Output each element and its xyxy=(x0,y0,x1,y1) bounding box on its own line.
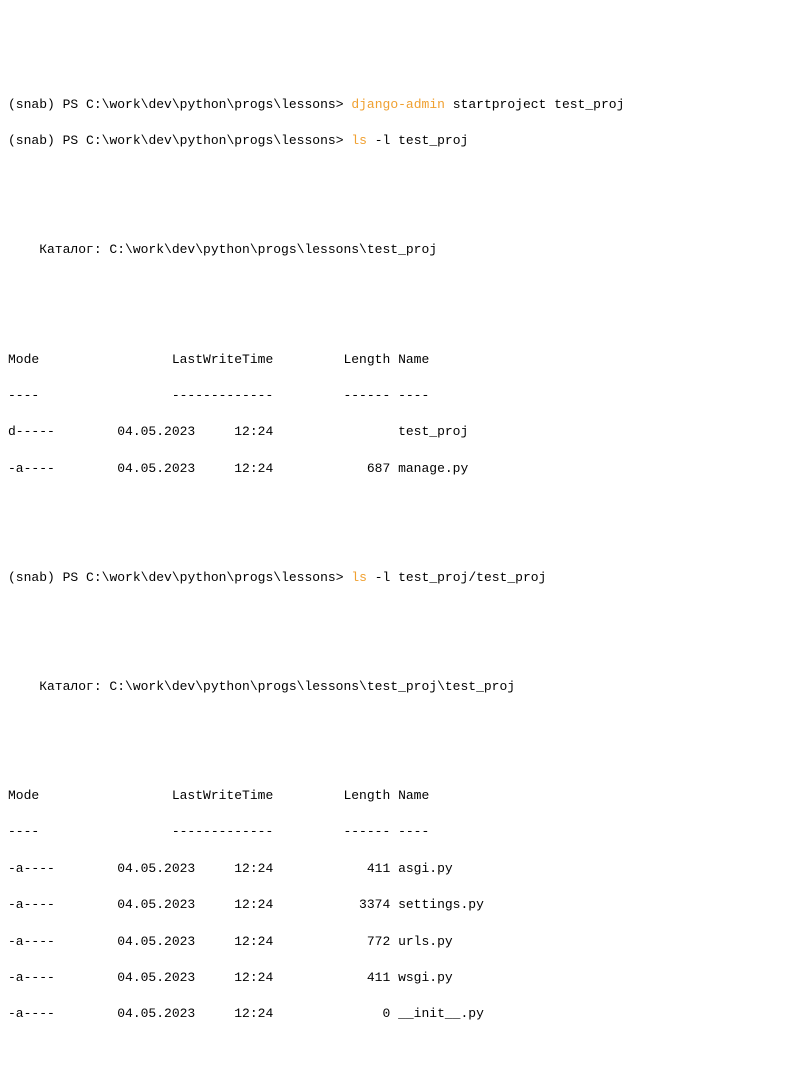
listing1-header: Mode LastWriteTime Length Name xyxy=(8,351,798,369)
table-row: d----- 04.05.2023 12:24 test_proj xyxy=(8,423,798,441)
prompt-path: C:\work\dev\python\progs\lessons> xyxy=(86,570,343,585)
cmd3-rest: -l test_proj/test_proj xyxy=(367,570,546,585)
prompt-env: (snab) xyxy=(8,133,55,148)
prompt-env: (snab) xyxy=(8,97,55,112)
table-row: -a---- 04.05.2023 12:24 411 wsgi.py xyxy=(8,969,798,987)
prompt-shell: PS xyxy=(63,133,79,148)
command-line-1[interactable]: (snab) PS C:\work\dev\python\progs\lesso… xyxy=(8,96,798,114)
cmd1-highlight: django-admin xyxy=(351,97,445,112)
prompt-path: C:\work\dev\python\progs\lessons> xyxy=(86,133,343,148)
table-row: -a---- 04.05.2023 12:24 772 urls.py xyxy=(8,933,798,951)
terminal-output: (snab) PS C:\work\dev\python\progs\lesso… xyxy=(8,78,798,1042)
listing1-divider: ---- ------------- ------ ---- xyxy=(8,387,798,405)
cmd2-rest: -l test_proj xyxy=(367,133,468,148)
table-row: -a---- 04.05.2023 12:24 3374 settings.py xyxy=(8,896,798,914)
cmd1-rest: startproject test_proj xyxy=(445,97,624,112)
command-line-2[interactable]: (snab) PS C:\work\dev\python\progs\lesso… xyxy=(8,132,798,150)
prompt-env: (snab) xyxy=(8,570,55,585)
listing1-dir-label: Каталог: C:\work\dev\python\progs\lesson… xyxy=(8,241,798,259)
cmd3-highlight: ls xyxy=(351,570,367,585)
cmd2-highlight: ls xyxy=(351,133,367,148)
prompt-shell: PS xyxy=(63,97,79,112)
listing2-dir-label: Каталог: C:\work\dev\python\progs\lesson… xyxy=(8,678,798,696)
prompt-shell: PS xyxy=(63,570,79,585)
command-line-3[interactable]: (snab) PS C:\work\dev\python\progs\lesso… xyxy=(8,569,798,587)
listing2-divider: ---- ------------- ------ ---- xyxy=(8,823,798,841)
table-row: -a---- 04.05.2023 12:24 0 __init__.py xyxy=(8,1005,798,1023)
prompt-path: C:\work\dev\python\progs\lessons> xyxy=(86,97,343,112)
table-row: -a---- 04.05.2023 12:24 687 manage.py xyxy=(8,460,798,478)
table-row: -a---- 04.05.2023 12:24 411 asgi.py xyxy=(8,860,798,878)
listing2-header: Mode LastWriteTime Length Name xyxy=(8,787,798,805)
